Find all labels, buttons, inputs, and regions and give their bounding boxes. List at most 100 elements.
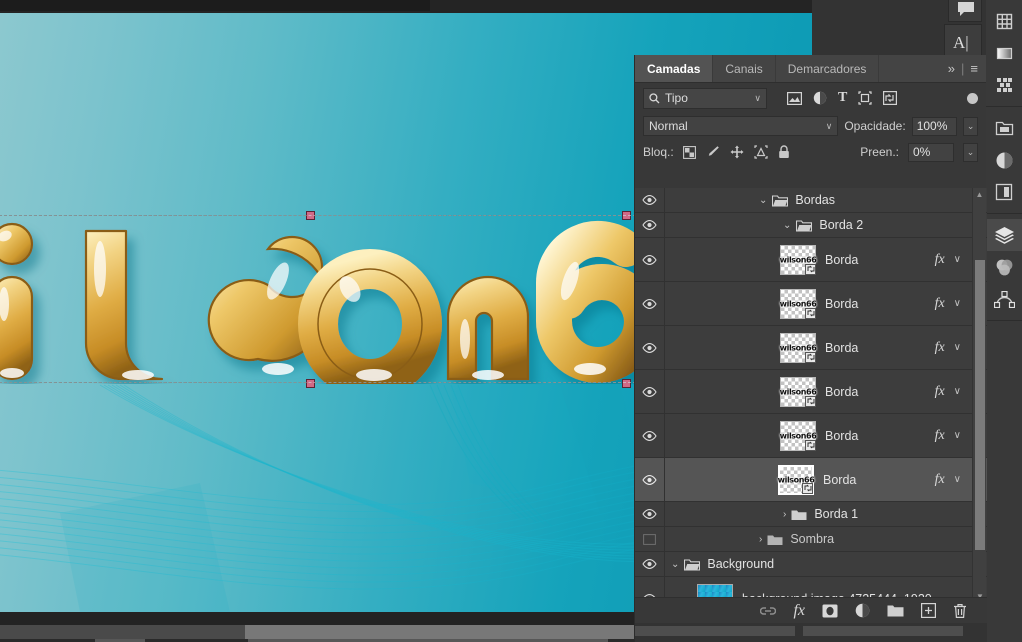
shape-filter-icon[interactable]: [858, 91, 872, 105]
eye-icon: [642, 299, 657, 309]
tab-canais[interactable]: Canais: [713, 55, 775, 82]
smart-object-badge-icon: [805, 308, 816, 319]
visibility-toggle[interactable]: [635, 370, 665, 413]
lock-transparency-icon[interactable]: [683, 146, 696, 159]
visibility-toggle[interactable]: [635, 502, 665, 526]
channels-panel-icon[interactable]: [986, 251, 1022, 283]
type-filter-icon[interactable]: T: [838, 91, 847, 105]
fx-icon[interactable]: fx: [935, 296, 945, 312]
layer-row-group-background[interactable]: ⌄ Background: [635, 552, 987, 577]
visibility-toggle[interactable]: [635, 326, 665, 369]
group-expand-chevron-icon[interactable]: ⌄: [671, 559, 679, 570]
group-expand-chevron-icon[interactable]: ⌄: [759, 195, 767, 206]
pattern-panel-icon[interactable]: [986, 69, 1022, 101]
hscroll-track[interactable]: [0, 625, 245, 639]
lock-row: Bloq.: Preen.: 0%: [635, 139, 986, 165]
blend-mode-select[interactable]: Normal ∨: [643, 116, 838, 136]
panel-tab-controls: » | ≡: [948, 55, 986, 82]
layer-row-group-borda-1[interactable]: › Borda 1: [635, 502, 987, 527]
layer-thumbnail[interactable]: wilson66: [780, 421, 816, 451]
new-group-icon[interactable]: [887, 604, 904, 617]
fx-icon[interactable]: fx: [935, 252, 945, 268]
table-row[interactable]: wilson66 Borda fx ∨: [635, 238, 987, 282]
adjustments-panel-icon[interactable]: [986, 144, 1022, 176]
table-row[interactable]: wilson66 Borda fx ∨: [635, 282, 987, 326]
layer-thumbnail[interactable]: wilson66: [780, 289, 816, 319]
libraries-panel-icon[interactable]: [986, 112, 1022, 144]
effects-expand-chevron-icon[interactable]: ∨: [954, 430, 961, 441]
visibility-toggle[interactable]: [635, 188, 665, 212]
layer-thumbnail[interactable]: wilson66: [780, 333, 816, 363]
new-layer-icon[interactable]: [921, 603, 936, 618]
eye-off-icon: [643, 534, 656, 545]
search-icon: [649, 93, 660, 104]
layer-mask-icon[interactable]: [822, 604, 838, 618]
gradient-panel-icon[interactable]: [986, 37, 1022, 69]
adjustment-filter-icon[interactable]: [813, 91, 827, 105]
opacity-chevron-icon[interactable]: ⌄: [963, 117, 978, 136]
scrollbar-thumb[interactable]: [975, 260, 985, 550]
folder-closed-icon: [791, 508, 807, 521]
fx-icon[interactable]: fx: [935, 428, 945, 444]
visibility-toggle[interactable]: [635, 213, 665, 237]
table-row[interactable]: wilson66 Borda fx ∨: [635, 326, 987, 370]
group-collapse-chevron-icon[interactable]: ›: [759, 534, 762, 545]
layer-row-group-bordas[interactable]: ⌄ Bordas: [635, 188, 987, 213]
group-expand-chevron-icon[interactable]: ⌄: [783, 220, 791, 231]
scroll-up-arrow-icon[interactable]: ▲: [973, 188, 986, 201]
layer-thumbnail[interactable]: wilson66: [780, 245, 816, 275]
overflow-chevrons-icon[interactable]: »: [948, 61, 955, 76]
opacity-input[interactable]: 100%: [912, 117, 957, 136]
smartobject-filter-icon[interactable]: [883, 91, 897, 105]
layer-row-group-borda-2[interactable]: ⌄ Borda 2: [635, 213, 987, 238]
layer-style-icon[interactable]: fx: [793, 602, 805, 620]
effects-expand-chevron-icon[interactable]: ∨: [954, 386, 961, 397]
paths-panel-icon[interactable]: [986, 283, 1022, 315]
visibility-toggle[interactable]: [635, 527, 665, 551]
layer-comps-panel-icon[interactable]: [986, 176, 1022, 208]
pixel-filter-icon[interactable]: [787, 92, 802, 105]
effects-expand-chevron-icon[interactable]: ∨: [954, 254, 961, 265]
lock-all-icon[interactable]: [778, 145, 790, 159]
link-layers-icon[interactable]: [760, 605, 776, 617]
filter-enable-toggle[interactable]: [967, 93, 978, 104]
fill-chevron-icon[interactable]: ⌄: [963, 143, 978, 162]
layer-thumbnail[interactable]: wilson66: [780, 377, 816, 407]
fx-icon[interactable]: fx: [935, 340, 945, 356]
visibility-toggle[interactable]: [635, 552, 665, 576]
effects-expand-chevron-icon[interactable]: ∨: [954, 474, 961, 485]
layer-name: Background: [707, 557, 774, 571]
fx-icon[interactable]: fx: [935, 472, 945, 488]
panel-menu-icon[interactable]: ≡: [970, 61, 978, 76]
effects-expand-chevron-icon[interactable]: ∨: [954, 298, 961, 309]
lock-position-icon[interactable]: [730, 145, 744, 159]
layer-thumbnail[interactable]: wilson66: [778, 465, 814, 495]
visibility-toggle[interactable]: [635, 414, 665, 457]
table-row[interactable]: wilson66 Borda fx ∨: [635, 414, 987, 458]
layer-list-scrollbar[interactable]: ▲ ▼: [972, 188, 986, 603]
table-row-selected[interactable]: wilson66 Borda fx ∨: [635, 458, 987, 502]
table-row[interactable]: wilson66 Borda fx ∨: [635, 370, 987, 414]
group-collapse-chevron-icon[interactable]: ›: [783, 509, 786, 520]
chevron-down-icon[interactable]: ∨: [826, 121, 833, 132]
grid-panel-icon[interactable]: [986, 5, 1022, 37]
visibility-toggle[interactable]: [635, 282, 665, 325]
lock-artboard-icon[interactable]: [754, 145, 768, 159]
visibility-toggle[interactable]: [635, 458, 665, 501]
eye-icon: [642, 255, 657, 265]
layer-list[interactable]: ⌄ Bordas ⌄ Borda 2: [635, 188, 987, 603]
tab-camadas[interactable]: Camadas: [635, 55, 713, 82]
fx-icon[interactable]: fx: [935, 384, 945, 400]
lock-image-icon[interactable]: [706, 145, 720, 159]
layer-row-group-sombra[interactable]: › Sombra: [635, 527, 987, 552]
effects-expand-chevron-icon[interactable]: ∨: [954, 342, 961, 353]
visibility-toggle[interactable]: [635, 238, 665, 281]
adjustment-layer-icon[interactable]: [855, 603, 870, 618]
tab-demarcadores[interactable]: Demarcadores: [776, 55, 880, 82]
delete-layer-icon[interactable]: [953, 603, 967, 619]
layers-panel-icon[interactable]: [986, 219, 1022, 251]
comment-tool-popover[interactable]: [948, 0, 982, 22]
filter-type-select[interactable]: Tipo ∨: [643, 88, 767, 109]
chevron-down-icon[interactable]: ∨: [754, 93, 761, 104]
fill-input[interactable]: 0%: [908, 143, 954, 162]
